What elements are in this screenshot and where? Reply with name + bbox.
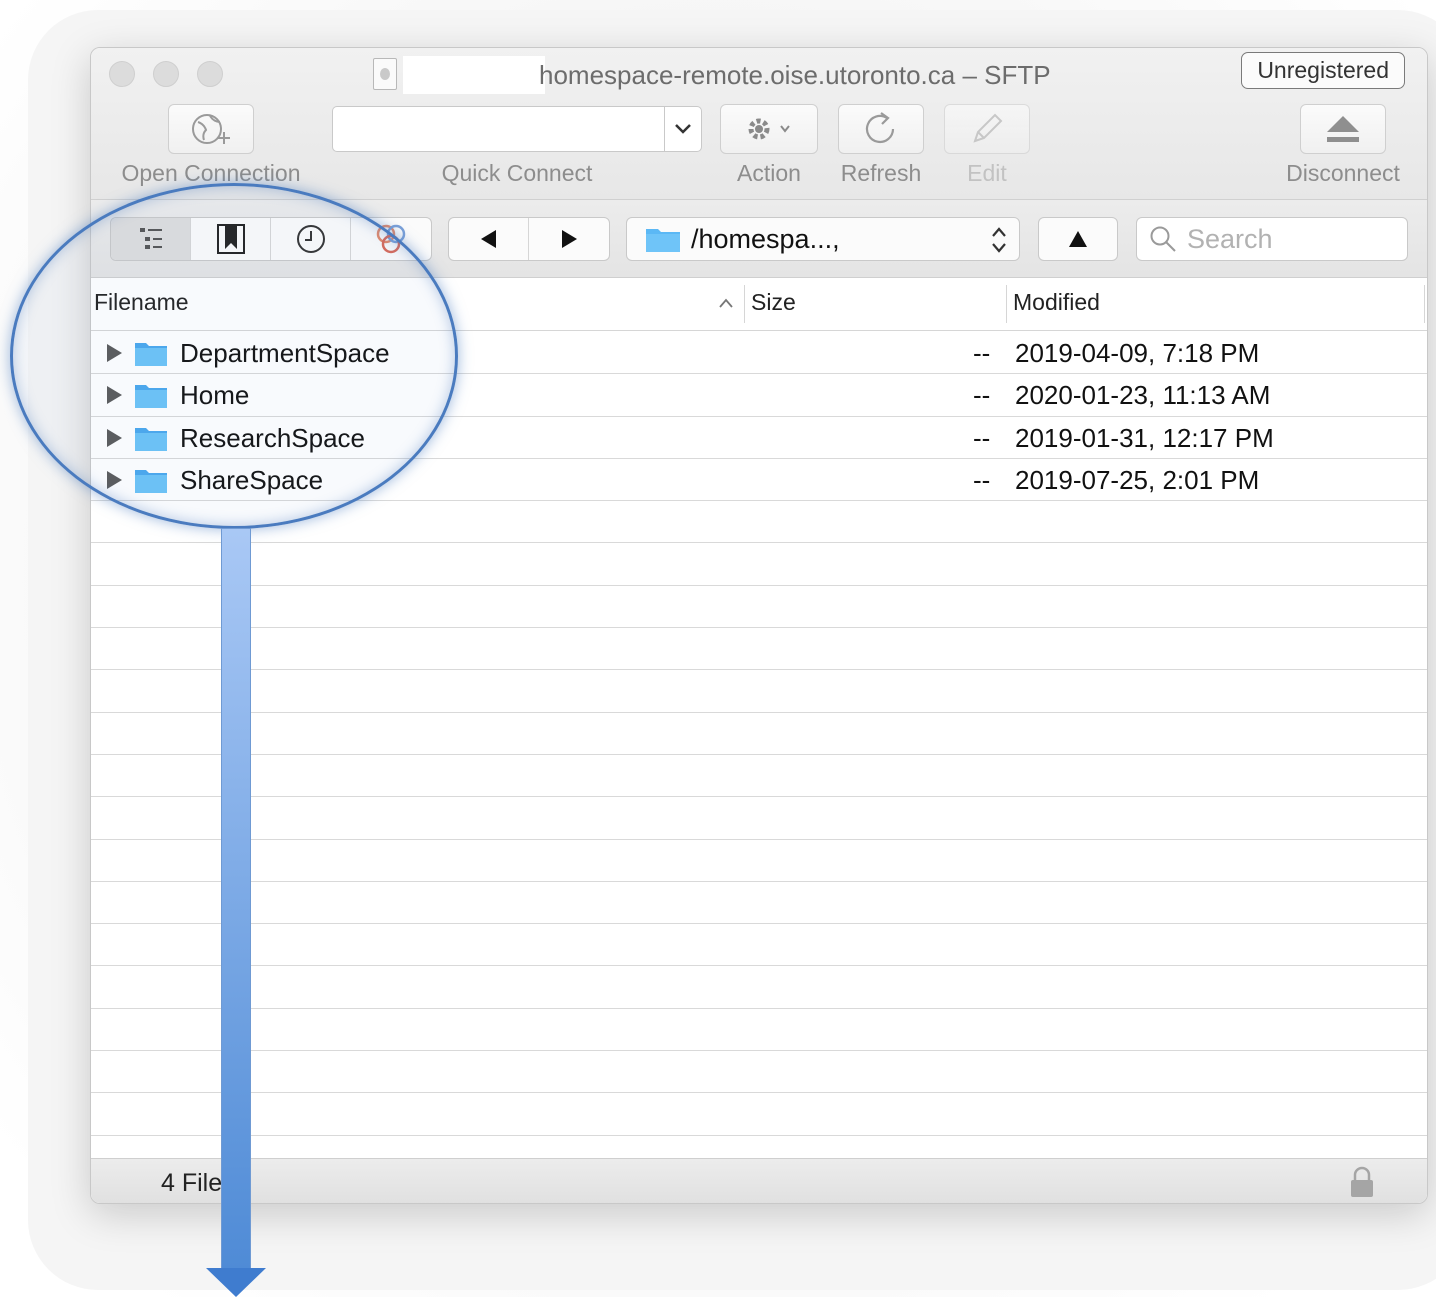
empty-row <box>91 670 1427 713</box>
column-separator[interactable] <box>1006 285 1007 323</box>
zoom-window-button[interactable] <box>197 61 223 87</box>
annotation-arrow-head <box>206 1268 266 1297</box>
chevron-down-icon <box>675 124 691 134</box>
empty-row <box>91 754 1427 798</box>
disconnect-label: Disconnect <box>1286 160 1400 186</box>
redacted-area <box>403 56 545 94</box>
disconnect-button[interactable] <box>1300 104 1386 154</box>
edit-button[interactable] <box>944 104 1030 154</box>
parent-directory-button[interactable] <box>1038 217 1118 261</box>
empty-row <box>91 966 1427 1009</box>
updown-chevron-icon <box>992 227 1006 253</box>
status-text: 4 File <box>161 1169 223 1197</box>
file-modified: 2019-01-31, 12:17 PM <box>1015 422 1274 453</box>
minimize-window-button[interactable] <box>153 61 179 87</box>
back-arrow-icon <box>480 230 496 248</box>
file-size: -- <box>973 422 991 453</box>
globe-plus-icon <box>192 114 230 144</box>
folder-icon <box>646 229 680 252</box>
file-size: -- <box>973 380 991 411</box>
status-bar: 4 File <box>91 1158 1427 1203</box>
close-window-button[interactable] <box>109 61 135 87</box>
refresh-icon <box>865 112 895 144</box>
empty-row <box>91 1093 1427 1136</box>
empty-row <box>91 1051 1427 1094</box>
refresh-label: Refresh <box>840 160 922 186</box>
history-nav <box>448 217 610 261</box>
column-modified[interactable]: Modified <box>1013 289 1100 316</box>
column-separator[interactable] <box>744 285 745 323</box>
forward-arrow-icon <box>562 230 577 248</box>
empty-row <box>91 543 1427 586</box>
title-toolbar: homespace-remote.oise.utoronto.ca – SFTP… <box>91 48 1427 200</box>
file-modified: 2019-07-25, 2:01 PM <box>1015 464 1260 495</box>
action-button[interactable] <box>720 104 818 154</box>
search-box[interactable] <box>1136 217 1408 261</box>
file-size: -- <box>973 464 991 495</box>
path-selector[interactable]: /homespa..., <box>626 217 1020 261</box>
up-arrow-icon <box>1069 231 1087 247</box>
file-modified: 2019-04-09, 7:18 PM <box>1015 338 1260 368</box>
forward-button[interactable] <box>529 218 609 260</box>
unregistered-badge[interactable]: Unregistered <box>1241 52 1405 89</box>
empty-row <box>91 585 1427 629</box>
search-icon <box>1150 226 1176 252</box>
empty-row <box>91 924 1427 967</box>
empty-row <box>91 839 1427 882</box>
quick-connect-dropdown[interactable] <box>664 106 702 152</box>
window-title: homespace-remote.oise.utoronto.ca – SFTP <box>539 60 1051 90</box>
empty-row <box>91 712 1427 755</box>
edit-label: Edit <box>967 160 1007 186</box>
file-modified: 2020-01-23, 11:13 AM <box>1015 380 1271 411</box>
pencil-icon <box>973 113 1003 143</box>
gear-icon <box>748 118 790 140</box>
column-separator[interactable] <box>1424 285 1425 323</box>
file-size: -- <box>973 338 991 368</box>
open-connection-button[interactable] <box>168 104 254 154</box>
eject-icon <box>1327 116 1359 142</box>
refresh-button[interactable] <box>838 104 924 154</box>
path-text: /homespa..., <box>691 223 840 254</box>
search-input[interactable] <box>1187 223 1407 255</box>
column-size[interactable]: Size <box>751 289 796 316</box>
lock-icon[interactable] <box>1349 1165 1375 1199</box>
empty-row <box>91 797 1427 840</box>
annotation-arrow-shaft <box>221 528 251 1270</box>
empty-row <box>91 628 1427 671</box>
document-icon <box>373 58 397 90</box>
empty-row <box>91 881 1427 925</box>
sort-ascending-icon <box>719 298 733 308</box>
quick-connect-label: Quick Connect <box>441 160 593 186</box>
highlight-circle <box>10 183 458 529</box>
action-label: Action <box>737 160 801 186</box>
quick-connect-field[interactable] <box>332 106 664 152</box>
back-button[interactable] <box>449 218 529 260</box>
empty-row <box>91 1008 1427 1052</box>
